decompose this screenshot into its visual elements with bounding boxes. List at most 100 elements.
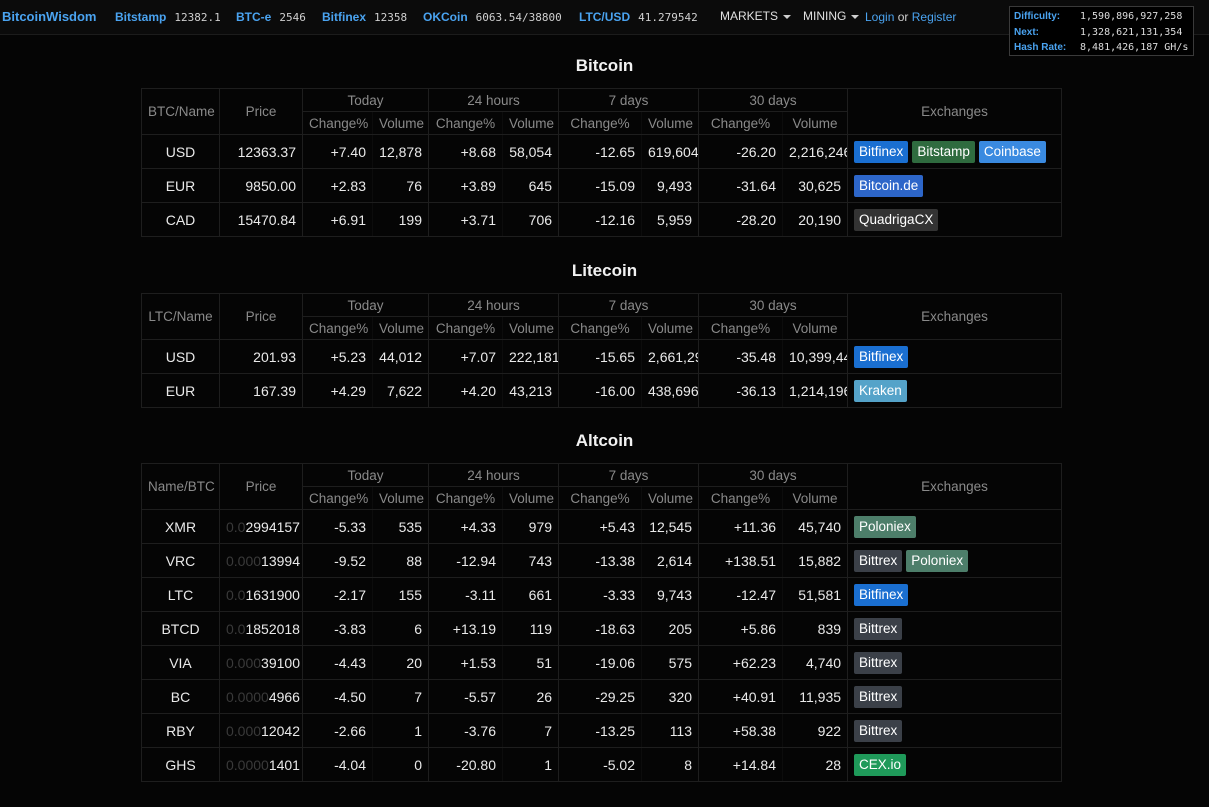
column-header-change: Change% [302,316,373,340]
ticker-name[interactable]: OKCoin [423,10,468,24]
stat-hash-rate: Hash Rate: 8,481,426,187 GH/s [1014,40,1193,56]
exchange-badge[interactable]: Bitfinex [854,140,909,163]
table-row[interactable]: BTCD 0.01852018 -3.83 6 +13.19 119 -18.63 205 +5… [141,611,1063,646]
mining-menu-label[interactable]: MINING [803,9,846,23]
market-price: 0.02994157 [219,509,303,544]
brand-logo-link[interactable]: BitcoinWisdom [2,9,97,24]
change-percent: +3.89 [428,168,503,203]
exchange-badge[interactable]: Bittrex [854,685,903,708]
markets-menu[interactable]: MARKETS [720,9,792,23]
table-row[interactable]: BC 0.00004966 -4.50 7 -5.57 26 -29.25 320 +40.91… [141,679,1063,714]
column-header-volume: Volume [641,486,700,510]
table-row[interactable]: EUR 9850.00 +2.83 76 +3.89 645 -15.09 9,493 -31.… [141,168,1063,203]
change-percent: -20.80 [428,747,503,782]
table-row[interactable]: VRC 0.00013994 -9.52 88 -12.94 743 -13.38 2,614… [141,543,1063,578]
login-link[interactable]: Login [865,10,894,24]
exchange-badge[interactable]: Bittrex [854,549,903,572]
table-row[interactable]: VIA 0.00039100 -4.43 20 +1.53 51 -19.06 575 +62.… [141,645,1063,680]
ticker-name[interactable]: LTC/USD [579,10,630,24]
price-value: 15470.84 [237,211,296,228]
table-row[interactable]: USD 201.93 +5.23 44,012 +7.07 222,181 -15.65 2,… [141,339,1063,374]
ticker-okcoin[interactable]: OKCoin 6063.54/38800 [423,10,562,24]
column-header-period: 30 days [698,293,849,317]
price-value: 39100 [261,654,300,671]
volume-value: 619,604 [641,134,700,169]
exchange-badge[interactable]: Bittrex [854,617,903,640]
ticker-name[interactable]: BTC-e [236,10,271,24]
exchange-badge[interactable]: CEX.io [854,753,907,776]
volume-value: 6 [372,611,429,646]
volume-value: 11,935 [782,679,849,714]
exchange-badge[interactable]: Bitcoin.de [854,174,924,197]
change-percent: -12.65 [558,134,643,169]
table-row[interactable]: CAD 15470.84 +6.91 199 +3.71 706 -12.16 5,959 -2… [141,202,1063,237]
volume-value: 28 [782,747,849,782]
exchange-badge[interactable]: Bittrex [854,719,903,742]
price-value: 167.39 [253,382,296,399]
table-row[interactable]: LTC 0.01631900 -2.17 155 -3.11 661 -3.33 9,743-… [141,577,1063,612]
change-percent: +6.91 [302,202,373,237]
market-price: 0.01852018 [219,611,303,646]
change-percent: +7.07 [428,339,503,374]
volume-value: 839 [782,611,849,646]
volume-value: 30,625 [782,168,849,203]
ticker-bitfinex[interactable]: Bitfinex 12358 [322,10,407,24]
volume-value: 51,581 [782,577,849,612]
column-header-volume: Volume [782,111,849,135]
register-link[interactable]: Register [912,10,957,24]
volume-value: 2,661,298 [641,339,700,374]
volume-value: 76 [372,168,429,203]
exchange-badge[interactable]: Bitfinex [854,345,909,368]
exchange-badge[interactable]: QuadrigaCX [854,208,939,231]
column-header-change: Change% [698,111,784,135]
change-percent: +4.33 [428,509,503,544]
exchange-badge[interactable]: Bittrex [854,651,903,674]
change-percent: +8.68 [428,134,503,169]
markets-menu-label[interactable]: MARKETS [720,9,778,23]
column-header-exchanges: Exchanges [847,293,1063,340]
change-percent: +7.40 [302,134,373,169]
change-percent: -35.48 [698,339,784,374]
ticker-btc-e[interactable]: BTC-e 2546 [236,10,306,24]
volume-value: 9,743 [641,577,700,612]
column-header-price: Price [219,88,303,135]
volume-value: 743 [501,543,560,578]
ticker-name[interactable]: Bitstamp [115,10,166,24]
ticker-value: 41.279542 [638,11,698,24]
ticker-bitstamp[interactable]: Bitstamp 12382.1 [115,10,221,24]
change-percent: -29.25 [558,679,643,714]
column-header-change: Change% [302,111,373,135]
price-value: 12042 [261,722,300,739]
auth-or-text: or [897,10,909,24]
mining-menu[interactable]: MINING [803,9,860,23]
column-header-period: Today [302,463,429,487]
exchange-list: Kraken [847,373,1063,408]
volume-value: 1,214,196 [782,373,849,408]
table-row[interactable]: RBY 0.00012042 -2.66 1 -3.76 7 -13.25 113 +58.38… [141,713,1063,748]
exchange-badge[interactable]: Bitstamp [912,140,975,163]
volume-value: 20,190 [782,202,849,237]
column-header-period: 30 days [698,463,849,487]
column-header-volume: Volume [372,486,429,510]
exchange-badge[interactable]: Bitfinex [854,583,909,606]
change-percent: -5.02 [558,747,643,782]
table-row[interactable]: USD 12363.37 +7.40 12,878 +8.68 58,054 -12.65 6… [141,134,1063,169]
change-percent: +4.20 [428,373,503,408]
ticker-name[interactable]: Bitfinex [322,10,366,24]
volume-value: 199 [372,202,429,237]
exchange-badge[interactable]: Coinbase [978,140,1046,163]
column-header-change: Change% [428,111,503,135]
exchange-list: Bittrex [847,645,1063,680]
table-row[interactable]: GHS 0.00001401 -4.04 0 -20.80 1 -5.02 8 +14.84 28… [141,747,1063,782]
column-header-change: Change% [558,111,643,135]
market-name: XMR [141,509,220,544]
exchange-badge[interactable]: Kraken [854,379,907,402]
table-row[interactable]: XMR 0.02994157 -5.33 535 +4.33 979 +5.43 12,545… [141,509,1063,544]
exchange-badge[interactable]: Poloniex [906,549,969,572]
table-row[interactable]: EUR 167.39 +4.29 7,622 +4.20 43,213 -16.00 438,… [141,373,1063,408]
price-value: 1852018 [245,620,300,637]
exchange-badge[interactable]: Poloniex [854,515,916,538]
market-name: BTCD [141,611,220,646]
change-percent: -12.16 [558,202,643,237]
ticker-ltc-usd[interactable]: LTC/USD 41.279542 [579,10,698,24]
